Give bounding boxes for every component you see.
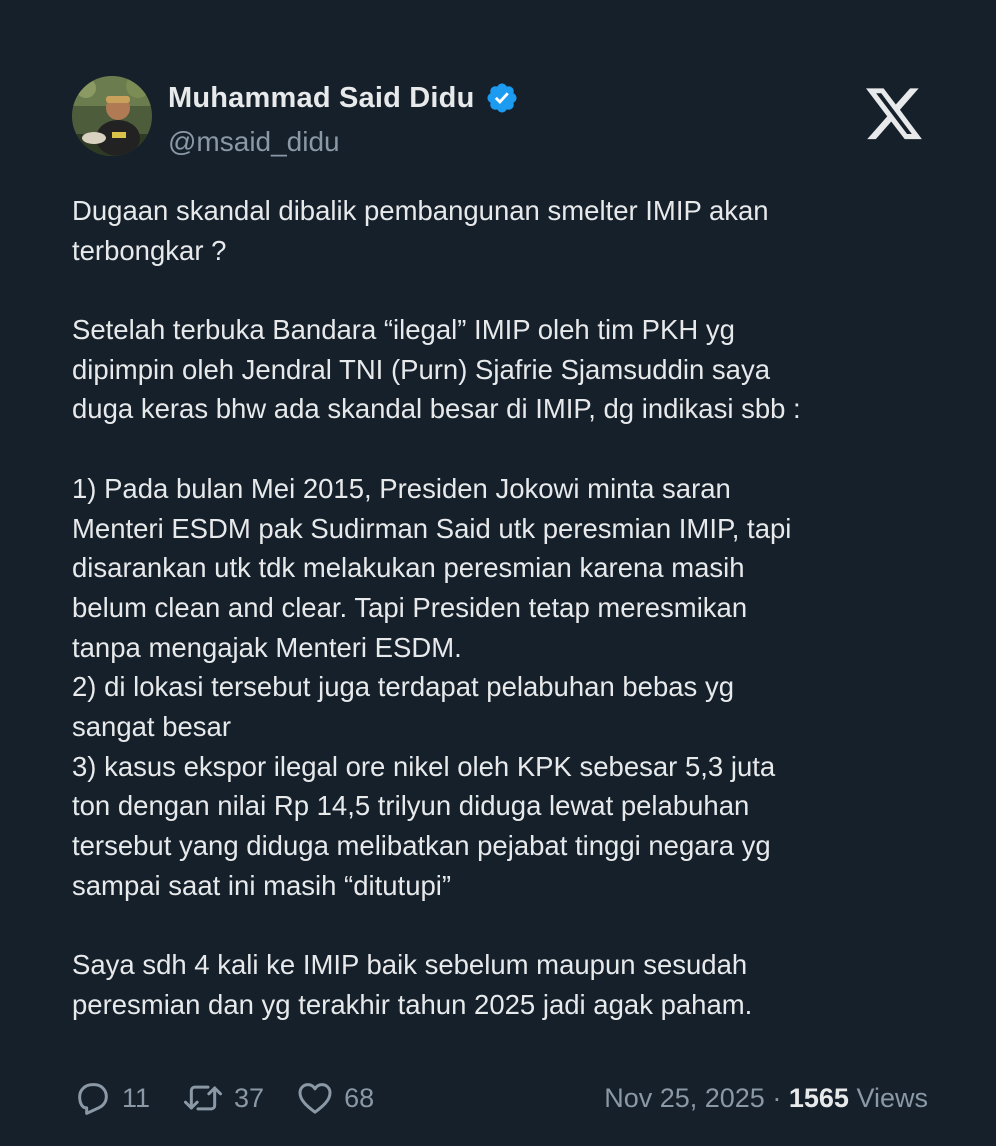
author-display-name[interactable]: Muhammad Said Didu (168, 82, 475, 115)
repost-button[interactable]: 37 (180, 1078, 264, 1118)
tweet-line: terbongkar ? (72, 234, 227, 266)
reply-button[interactable]: 11 (72, 1078, 150, 1118)
tweet-line: tanpa mengajak Menteri ESDM. (72, 631, 462, 663)
author-name-row: Muhammad Said Didu (168, 78, 519, 118)
tweet-line: Setelah terbuka Bandara “ilegal” IMIP ol… (72, 314, 735, 346)
tweet-meta: Nov 25, 2025 · 1565 Views (604, 1083, 928, 1114)
tweet-line: peresmian dan yg terakhir tahun 2025 jad… (72, 988, 753, 1020)
tweet-line: Saya sdh 4 kali ke IMIP baik sebelum mau… (72, 949, 748, 981)
like-button[interactable]: 68 (294, 1078, 374, 1118)
tweet-line: 1) Pada bulan Mei 2015, Presiden Jokowi … (72, 472, 731, 504)
tweet-text: Dugaan skandal dibalik pembangunan smelt… (72, 191, 932, 1024)
avatar-photo (72, 76, 152, 156)
repost-icon (184, 1085, 223, 1111)
author-handle[interactable]: @msaid_didu (168, 126, 340, 158)
tweet-line: Menteri ESDM pak Sudirman Said utk peres… (72, 512, 792, 544)
tweet-line: 2) di lokasi tersebut juga terdapat pela… (72, 671, 734, 703)
meta-separator: · (772, 1082, 782, 1113)
tweet-line: 3) kasus ekspor ilegal ore nikel oleh KP… (72, 750, 776, 782)
repost-count: 37 (234, 1082, 265, 1113)
tweet-line: dipimpin oleh Jendral TNI (Purn) Sjafrie… (72, 353, 771, 385)
tweet-line: Dugaan skandal dibalik pembangunan smelt… (72, 195, 769, 226)
tweet-line: belum clean and clear. Tapi Presiden tet… (72, 591, 748, 623)
tweet-line: tersebut yang diduga melibatkan pejabat … (72, 830, 771, 861)
tweet-line: sangat besar (72, 710, 231, 742)
reply-count: 11 (122, 1082, 151, 1113)
verified-badge-icon (485, 81, 519, 115)
tweet-date[interactable]: Nov 25, 2025 (604, 1083, 765, 1113)
avatar[interactable] (72, 76, 152, 156)
x-logo-icon[interactable] (866, 88, 924, 142)
tweet-line: ton dengan nilai Rp 14,5 trilyun diduga … (72, 790, 750, 822)
tweet-footer: 11 37 68 Nov 25, 2025 · 1565 Views (72, 1074, 928, 1122)
tweet-line: sampai saat ini masih “ditutupi” (72, 869, 452, 901)
views-count: 1565 (788, 1082, 849, 1113)
tweet-card: Muhammad Said Didu @msaid_didu Dugaan sk… (0, 0, 996, 1146)
tweet-line: duga keras bhw ada skandal besar di IMIP… (72, 393, 801, 425)
heart-icon (298, 1083, 332, 1114)
reply-icon (78, 1083, 108, 1115)
views-label: Views (856, 1082, 928, 1113)
tweet-line: disarankan utk tdk melakukan peresmian k… (72, 552, 745, 584)
like-count: 68 (344, 1082, 375, 1113)
